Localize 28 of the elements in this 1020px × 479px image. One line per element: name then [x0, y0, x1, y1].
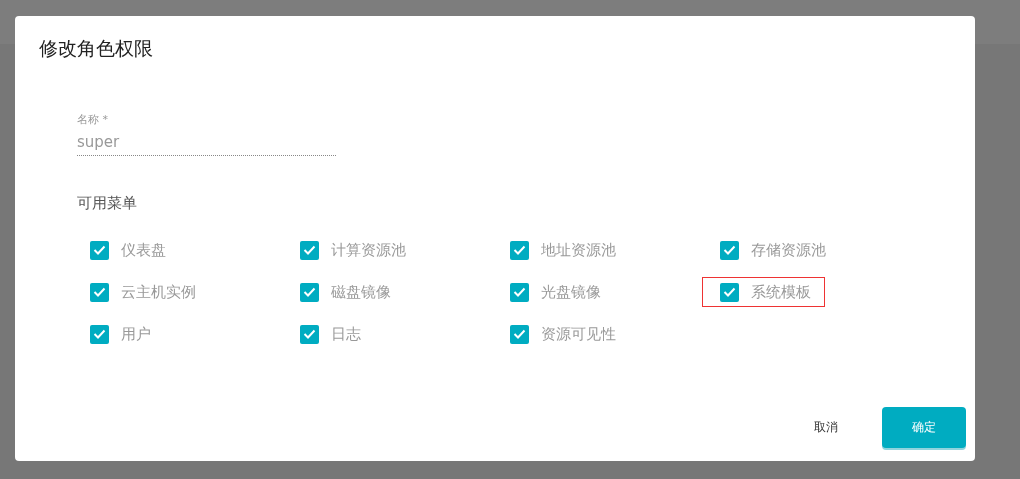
- checkbox-label: 光盘镜像: [541, 282, 601, 302]
- checkbox-label: 系统模板: [751, 282, 811, 302]
- confirm-button[interactable]: 确定: [882, 407, 966, 448]
- checkbox[interactable]: [510, 240, 529, 260]
- checkbox-label: 地址资源池: [541, 240, 616, 260]
- checkbox-label: 日志: [331, 324, 361, 344]
- checkbox-label: 存储资源池: [751, 240, 826, 260]
- checkbox[interactable]: [300, 282, 319, 302]
- field-label: 名称 *: [77, 112, 108, 127]
- checkbox[interactable]: [300, 324, 319, 344]
- checkbox-label: 仪表盘: [121, 240, 166, 260]
- checkbox[interactable]: [720, 282, 739, 302]
- checkbox[interactable]: [720, 240, 739, 260]
- checkbox[interactable]: [90, 240, 109, 260]
- checkbox[interactable]: [90, 324, 109, 344]
- checkbox[interactable]: [300, 240, 319, 260]
- checkbox[interactable]: [510, 282, 529, 302]
- cancel-button[interactable]: 取消: [796, 407, 856, 448]
- checkbox-label: 云主机实例: [121, 282, 196, 302]
- checkbox[interactable]: [90, 282, 109, 302]
- checkbox-label: 资源可见性: [541, 324, 616, 344]
- section-title: 可用菜单: [77, 194, 137, 213]
- checkbox[interactable]: [510, 324, 529, 344]
- checkbox-label: 用户: [121, 324, 151, 344]
- name-field[interactable]: super: [77, 133, 336, 156]
- checkbox-label: 磁盘镜像: [331, 282, 391, 302]
- dialog-title: 修改角色权限: [39, 36, 153, 61]
- checkbox-label: 计算资源池: [331, 240, 406, 260]
